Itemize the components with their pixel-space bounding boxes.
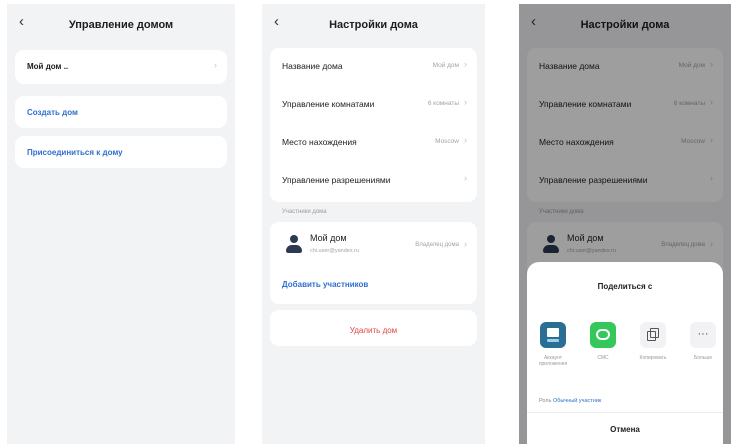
- header: ‹ Управление домом: [7, 4, 235, 44]
- page-title: Управление домом: [68, 19, 174, 31]
- share-sms-button[interactable]: СМС: [583, 322, 623, 361]
- create-home-button[interactable]: Создать дом: [15, 96, 227, 128]
- role-label: Роль: [539, 398, 552, 404]
- share-option-label: СМС: [597, 355, 609, 361]
- sms-icon: [590, 322, 616, 348]
- share-option-label: Копировать: [639, 355, 667, 361]
- members-card: Мой дом chi.user@yandex.ru Владелец дома…: [270, 222, 477, 304]
- settings-row-permissions[interactable]: Управление разрешениями ›: [270, 162, 477, 200]
- cancel-button[interactable]: Отмена: [527, 425, 723, 434]
- delete-home-button[interactable]: Удалить дом: [270, 310, 477, 346]
- row-value: Мой дом: [432, 62, 459, 69]
- page-title: Настройки дома: [329, 19, 418, 31]
- join-home-button[interactable]: Присоединиться к дому: [15, 136, 227, 168]
- header: ‹ Настройки дома: [262, 4, 485, 44]
- home-name: Мой дом ..: [27, 62, 69, 71]
- member-role: Владелец дома: [415, 242, 459, 248]
- share-copy-button[interactable]: Копировать: [633, 322, 673, 361]
- row-label: Управление разрешениями: [282, 175, 391, 185]
- chevron-right-icon: ›: [464, 239, 467, 249]
- share-app-account-button[interactable]: Аккаунт приложения: [533, 322, 573, 367]
- row-label: Место нахождения: [282, 137, 357, 147]
- home-management-screen: ‹ Управление домом Мой дом .. › Создать …: [7, 4, 235, 444]
- chevron-right-icon: ›: [464, 59, 467, 69]
- home-settings-share-screen: ‹ Настройки дома Название дома Мой дом ›…: [519, 4, 731, 444]
- role-value: Обычный участник: [552, 398, 602, 404]
- share-more-button[interactable]: ··· Больше: [683, 322, 723, 361]
- chevron-right-icon: ›: [464, 97, 467, 107]
- members-section-label: Участники дома: [282, 209, 327, 215]
- share-role-selector[interactable]: Роль Обычный участник: [539, 398, 601, 404]
- chevron-right-icon: ›: [464, 135, 467, 145]
- chevron-right-icon: ›: [214, 60, 217, 70]
- settings-card: Название дома Мой дом › Управление комна…: [270, 48, 477, 202]
- share-option-label: Аккаунт приложения: [538, 355, 568, 367]
- divider: [527, 412, 723, 413]
- row-value: 6 комнаты: [427, 100, 459, 107]
- join-home-label: Присоединиться к дому: [27, 148, 123, 157]
- delete-home-label: Удалить дом: [349, 326, 398, 335]
- settings-row-location[interactable]: Место нахождения Moscow ›: [270, 124, 477, 162]
- settings-row-home-name[interactable]: Название дома Мой дом ›: [270, 48, 477, 86]
- share-sheet-title: Поделиться с: [597, 282, 653, 291]
- share-sheet: Поделиться с Аккаунт приложения СМС Копи…: [527, 262, 723, 444]
- more-icon: ···: [690, 322, 716, 348]
- member-name: Мой дом: [310, 233, 347, 243]
- share-option-label: Больше: [693, 355, 713, 361]
- settings-row-rooms[interactable]: Управление комнатами 6 комнаты ›: [270, 86, 477, 124]
- app-account-icon: [540, 322, 566, 348]
- row-label: Управление комнатами: [282, 99, 375, 109]
- member-email: chi.user@yandex.ru: [310, 248, 359, 254]
- home-settings-screen: ‹ Настройки дома Название дома Мой дом ›…: [262, 4, 485, 444]
- member-row[interactable]: Мой дом chi.user@yandex.ru Владелец дома…: [270, 222, 477, 264]
- avatar: [286, 235, 302, 255]
- row-value: Moscow: [435, 138, 459, 145]
- copy-icon: [640, 322, 666, 348]
- chevron-right-icon: ›: [464, 173, 467, 183]
- add-members-button[interactable]: Добавить участников: [282, 280, 368, 289]
- home-list-item[interactable]: Мой дом .. ›: [15, 50, 227, 84]
- row-label: Название дома: [282, 61, 343, 71]
- create-home-label: Создать дом: [27, 108, 78, 117]
